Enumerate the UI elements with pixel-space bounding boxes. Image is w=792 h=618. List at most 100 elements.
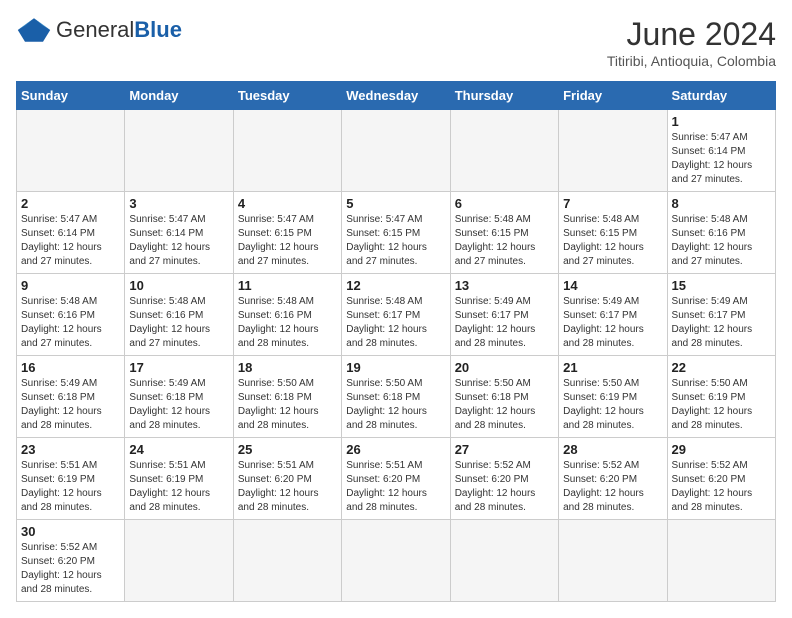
logo-text: GeneralBlue bbox=[56, 19, 182, 42]
day-number: 10 bbox=[129, 278, 228, 293]
header-friday: Friday bbox=[559, 82, 667, 110]
calendar-day-cell bbox=[667, 520, 775, 602]
day-info: Sunrise: 5:48 AM Sunset: 6:16 PM Dayligh… bbox=[238, 295, 337, 351]
day-number: 3 bbox=[129, 196, 228, 211]
day-info: Sunrise: 5:49 AM Sunset: 6:17 PM Dayligh… bbox=[563, 295, 662, 351]
title-section: June 2024 Titiribi, Antioquia, Colombia bbox=[607, 16, 776, 69]
calendar-day-cell bbox=[342, 520, 450, 602]
day-number: 28 bbox=[563, 442, 662, 457]
calendar-day-cell: 12Sunrise: 5:48 AM Sunset: 6:17 PM Dayli… bbox=[342, 274, 450, 356]
day-info: Sunrise: 5:51 AM Sunset: 6:20 PM Dayligh… bbox=[238, 459, 337, 515]
day-number: 18 bbox=[238, 360, 337, 375]
day-number: 8 bbox=[672, 196, 771, 211]
day-info: Sunrise: 5:51 AM Sunset: 6:19 PM Dayligh… bbox=[129, 459, 228, 515]
calendar-day-cell: 10Sunrise: 5:48 AM Sunset: 6:16 PM Dayli… bbox=[125, 274, 233, 356]
day-number: 4 bbox=[238, 196, 337, 211]
calendar-day-cell bbox=[559, 520, 667, 602]
day-number: 21 bbox=[563, 360, 662, 375]
day-info: Sunrise: 5:50 AM Sunset: 6:18 PM Dayligh… bbox=[346, 377, 445, 433]
header-tuesday: Tuesday bbox=[233, 82, 341, 110]
calendar-day-cell: 21 Sunrise: 5:50 AM Sunset: 6:19 PM Dayli… bbox=[559, 356, 667, 438]
calendar-day-cell bbox=[233, 110, 341, 192]
day-info: Sunrise: 5:50 AM Sunset: 6:19 PM Dayligh… bbox=[563, 377, 662, 433]
day-info: Sunrise: 5:52 AM Sunset: 6:20 PM Dayligh… bbox=[563, 459, 662, 515]
calendar-day-cell: 26 Sunrise: 5:51 AM Sunset: 6:20 PM Dayli… bbox=[342, 438, 450, 520]
calendar-day-cell bbox=[233, 520, 341, 602]
day-number: 1 bbox=[672, 114, 771, 129]
day-info: Sunrise: 5:50 AM Sunset: 6:18 PM Dayligh… bbox=[455, 377, 554, 433]
calendar-day-cell bbox=[559, 110, 667, 192]
day-number: 19 bbox=[346, 360, 445, 375]
day-info: Sunrise: 5:48 AM Sunset: 6:16 PM Dayligh… bbox=[672, 213, 771, 269]
calendar-table: Sunday Monday Tuesday Wednesday Thursday… bbox=[16, 81, 776, 602]
day-number: 24 bbox=[129, 442, 228, 457]
calendar-week-row: 16 Sunrise: 5:49 AM Sunset: 6:18 PM Dayli… bbox=[17, 356, 776, 438]
calendar-day-cell bbox=[125, 520, 233, 602]
day-number: 13 bbox=[455, 278, 554, 293]
generalblue-icon bbox=[16, 16, 52, 44]
day-info: Sunrise: 5:51 AM Sunset: 6:20 PM Dayligh… bbox=[346, 459, 445, 515]
day-info: Sunrise: 5:48 AM Sunset: 6:15 PM Dayligh… bbox=[455, 213, 554, 269]
calendar-day-cell: 1Sunrise: 5:47 AM Sunset: 6:14 PM Daylig… bbox=[667, 110, 775, 192]
day-number: 9 bbox=[21, 278, 120, 293]
day-number: 14 bbox=[563, 278, 662, 293]
calendar-week-row: 1Sunrise: 5:47 AM Sunset: 6:14 PM Daylig… bbox=[17, 110, 776, 192]
calendar-day-cell: 29 Sunrise: 5:52 AM Sunset: 6:20 PM Dayli… bbox=[667, 438, 775, 520]
day-number: 6 bbox=[455, 196, 554, 211]
calendar-day-cell: 19 Sunrise: 5:50 AM Sunset: 6:18 PM Dayli… bbox=[342, 356, 450, 438]
day-info: Sunrise: 5:49 AM Sunset: 6:17 PM Dayligh… bbox=[672, 295, 771, 351]
calendar-day-cell bbox=[450, 110, 558, 192]
calendar-day-cell: 4 Sunrise: 5:47 AM Sunset: 6:15 PM Daylig… bbox=[233, 192, 341, 274]
calendar-day-cell: 5 Sunrise: 5:47 AM Sunset: 6:15 PM Daylig… bbox=[342, 192, 450, 274]
calendar-day-cell bbox=[17, 110, 125, 192]
day-number: 23 bbox=[21, 442, 120, 457]
calendar-day-cell: 8 Sunrise: 5:48 AM Sunset: 6:16 PM Daylig… bbox=[667, 192, 775, 274]
logo: GeneralBlue bbox=[16, 16, 182, 44]
day-info: Sunrise: 5:49 AM Sunset: 6:18 PM Dayligh… bbox=[21, 377, 120, 433]
calendar-day-cell bbox=[125, 110, 233, 192]
calendar-day-cell: 15Sunrise: 5:49 AM Sunset: 6:17 PM Dayli… bbox=[667, 274, 775, 356]
calendar-day-cell: 3 Sunrise: 5:47 AM Sunset: 6:14 PM Daylig… bbox=[125, 192, 233, 274]
day-number: 7 bbox=[563, 196, 662, 211]
calendar-day-cell: 25 Sunrise: 5:51 AM Sunset: 6:20 PM Dayli… bbox=[233, 438, 341, 520]
header-sunday: Sunday bbox=[17, 82, 125, 110]
day-number: 29 bbox=[672, 442, 771, 457]
day-number: 27 bbox=[455, 442, 554, 457]
day-number: 26 bbox=[346, 442, 445, 457]
day-info: Sunrise: 5:50 AM Sunset: 6:19 PM Dayligh… bbox=[672, 377, 771, 433]
calendar-day-cell: 9 Sunrise: 5:48 AM Sunset: 6:16 PM Daylig… bbox=[17, 274, 125, 356]
calendar-day-cell bbox=[450, 520, 558, 602]
calendar-day-cell: 11Sunrise: 5:48 AM Sunset: 6:16 PM Dayli… bbox=[233, 274, 341, 356]
calendar-day-cell: 2Sunrise: 5:47 AM Sunset: 6:14 PM Daylig… bbox=[17, 192, 125, 274]
day-number: 30 bbox=[21, 524, 120, 539]
day-info: Sunrise: 5:47 AM Sunset: 6:15 PM Dayligh… bbox=[346, 213, 445, 269]
header-wednesday: Wednesday bbox=[342, 82, 450, 110]
day-number: 25 bbox=[238, 442, 337, 457]
weekday-header-row: Sunday Monday Tuesday Wednesday Thursday… bbox=[17, 82, 776, 110]
header-thursday: Thursday bbox=[450, 82, 558, 110]
day-number: 12 bbox=[346, 278, 445, 293]
header-monday: Monday bbox=[125, 82, 233, 110]
calendar-day-cell: 16 Sunrise: 5:49 AM Sunset: 6:18 PM Dayli… bbox=[17, 356, 125, 438]
calendar-week-row: 2Sunrise: 5:47 AM Sunset: 6:14 PM Daylig… bbox=[17, 192, 776, 274]
day-info: Sunrise: 5:47 AM Sunset: 6:15 PM Dayligh… bbox=[238, 213, 337, 269]
month-title: June 2024 bbox=[607, 16, 776, 53]
calendar-day-cell: 14 Sunrise: 5:49 AM Sunset: 6:17 PM Dayli… bbox=[559, 274, 667, 356]
day-number: 20 bbox=[455, 360, 554, 375]
calendar-day-cell: 24 Sunrise: 5:51 AM Sunset: 6:19 PM Dayli… bbox=[125, 438, 233, 520]
calendar-day-cell: 18Sunrise: 5:50 AM Sunset: 6:18 PM Dayli… bbox=[233, 356, 341, 438]
calendar-day-cell: 22Sunrise: 5:50 AM Sunset: 6:19 PM Dayli… bbox=[667, 356, 775, 438]
day-number: 5 bbox=[346, 196, 445, 211]
page-header: GeneralBlue June 2024 Titiribi, Antioqui… bbox=[16, 16, 776, 69]
calendar-day-cell: 20 Sunrise: 5:50 AM Sunset: 6:18 PM Dayli… bbox=[450, 356, 558, 438]
day-info: Sunrise: 5:52 AM Sunset: 6:20 PM Dayligh… bbox=[672, 459, 771, 515]
day-info: Sunrise: 5:48 AM Sunset: 6:15 PM Dayligh… bbox=[563, 213, 662, 269]
calendar-week-row: 9 Sunrise: 5:48 AM Sunset: 6:16 PM Daylig… bbox=[17, 274, 776, 356]
day-info: Sunrise: 5:47 AM Sunset: 6:14 PM Dayligh… bbox=[129, 213, 228, 269]
day-number: 16 bbox=[21, 360, 120, 375]
calendar-day-cell: 7 Sunrise: 5:48 AM Sunset: 6:15 PM Daylig… bbox=[559, 192, 667, 274]
header-saturday: Saturday bbox=[667, 82, 775, 110]
calendar-week-row: 23 Sunrise: 5:51 AM Sunset: 6:19 PM Dayli… bbox=[17, 438, 776, 520]
day-info: Sunrise: 5:48 AM Sunset: 6:16 PM Dayligh… bbox=[21, 295, 120, 351]
day-info: Sunrise: 5:47 AM Sunset: 6:14 PM Dayligh… bbox=[21, 213, 120, 269]
